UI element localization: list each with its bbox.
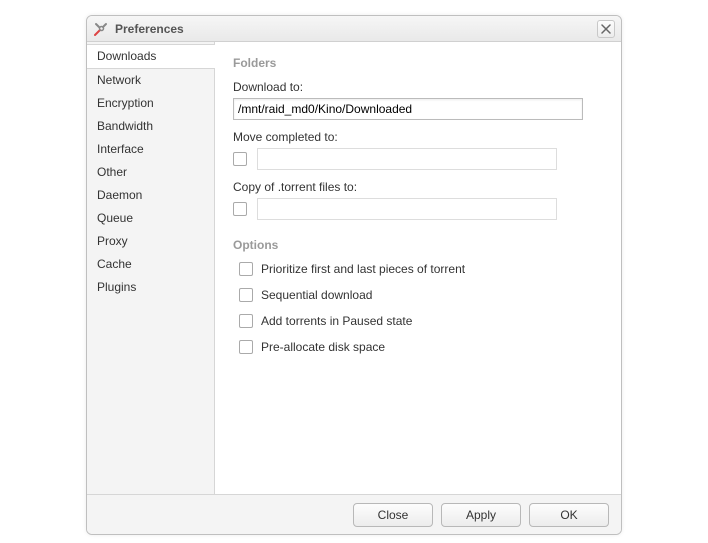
preallocate-checkbox[interactable] <box>239 340 253 354</box>
wrench-screwdriver-icon <box>93 21 109 37</box>
sidebar-item-queue[interactable]: Queue <box>87 207 214 230</box>
sidebar-item-label: Daemon <box>97 188 142 202</box>
close-icon <box>601 24 611 34</box>
ok-button[interactable]: OK <box>529 503 609 527</box>
option-label: Add torrents in Paused state <box>261 314 412 328</box>
titlebar: Preferences <box>87 16 621 42</box>
sidebar-item-other[interactable]: Other <box>87 161 214 184</box>
folders-heading: Folders <box>233 56 603 70</box>
sidebar-item-network[interactable]: Network <box>87 69 214 92</box>
options-heading: Options <box>233 238 603 252</box>
sidebar-item-interface[interactable]: Interface <box>87 138 214 161</box>
dialog-body: Downloads Network Encryption Bandwidth I… <box>87 42 621 494</box>
button-label: Close <box>378 508 409 522</box>
sidebar-item-plugins[interactable]: Plugins <box>87 276 214 299</box>
apply-button[interactable]: Apply <box>441 503 521 527</box>
download-to-input[interactable] <box>233 98 583 120</box>
sequential-download-checkbox[interactable] <box>239 288 253 302</box>
move-completed-label: Move completed to: <box>233 130 603 144</box>
button-label: Apply <box>466 508 496 522</box>
close-window-button[interactable] <box>597 20 615 38</box>
sidebar-item-daemon[interactable]: Daemon <box>87 184 214 207</box>
sidebar-item-label: Queue <box>97 211 133 225</box>
prioritize-pieces-checkbox[interactable] <box>239 262 253 276</box>
sidebar-item-label: Network <box>97 73 141 87</box>
option-label: Prioritize first and last pieces of torr… <box>261 262 465 276</box>
copy-torrent-label: Copy of .torrent files to: <box>233 180 603 194</box>
close-button[interactable]: Close <box>353 503 433 527</box>
sidebar-item-label: Interface <box>97 142 144 156</box>
move-completed-input[interactable] <box>257 148 557 170</box>
sidebar-item-bandwidth[interactable]: Bandwidth <box>87 115 214 138</box>
sidebar-item-label: Other <box>97 165 127 179</box>
sidebar-item-label: Encryption <box>97 96 154 110</box>
sidebar-item-proxy[interactable]: Proxy <box>87 230 214 253</box>
sidebar-item-label: Downloads <box>97 49 156 63</box>
copy-torrent-input[interactable] <box>257 198 557 220</box>
option-label: Pre-allocate disk space <box>261 340 385 354</box>
sidebar-item-cache[interactable]: Cache <box>87 253 214 276</box>
button-label: OK <box>560 508 577 522</box>
sidebar-item-label: Cache <box>97 257 132 271</box>
option-label: Sequential download <box>261 288 372 302</box>
option-row: Sequential download <box>239 288 603 302</box>
sidebar: Downloads Network Encryption Bandwidth I… <box>87 42 215 494</box>
sidebar-item-label: Bandwidth <box>97 119 153 133</box>
option-row: Pre-allocate disk space <box>239 340 603 354</box>
download-to-label: Download to: <box>233 80 603 94</box>
sidebar-item-label: Plugins <box>97 280 136 294</box>
sidebar-item-label: Proxy <box>97 234 128 248</box>
sidebar-item-downloads[interactable]: Downloads <box>87 44 215 69</box>
window-title: Preferences <box>115 22 184 36</box>
dialog-footer: Close Apply OK <box>87 494 621 534</box>
move-completed-checkbox[interactable] <box>233 152 247 166</box>
option-row: Add torrents in Paused state <box>239 314 603 328</box>
option-row: Prioritize first and last pieces of torr… <box>239 262 603 276</box>
preferences-window: Preferences Downloads Network Encryption… <box>86 15 622 535</box>
paused-state-checkbox[interactable] <box>239 314 253 328</box>
sidebar-item-encryption[interactable]: Encryption <box>87 92 214 115</box>
copy-torrent-checkbox[interactable] <box>233 202 247 216</box>
content-pane: Folders Download to: Move completed to: … <box>215 42 621 494</box>
